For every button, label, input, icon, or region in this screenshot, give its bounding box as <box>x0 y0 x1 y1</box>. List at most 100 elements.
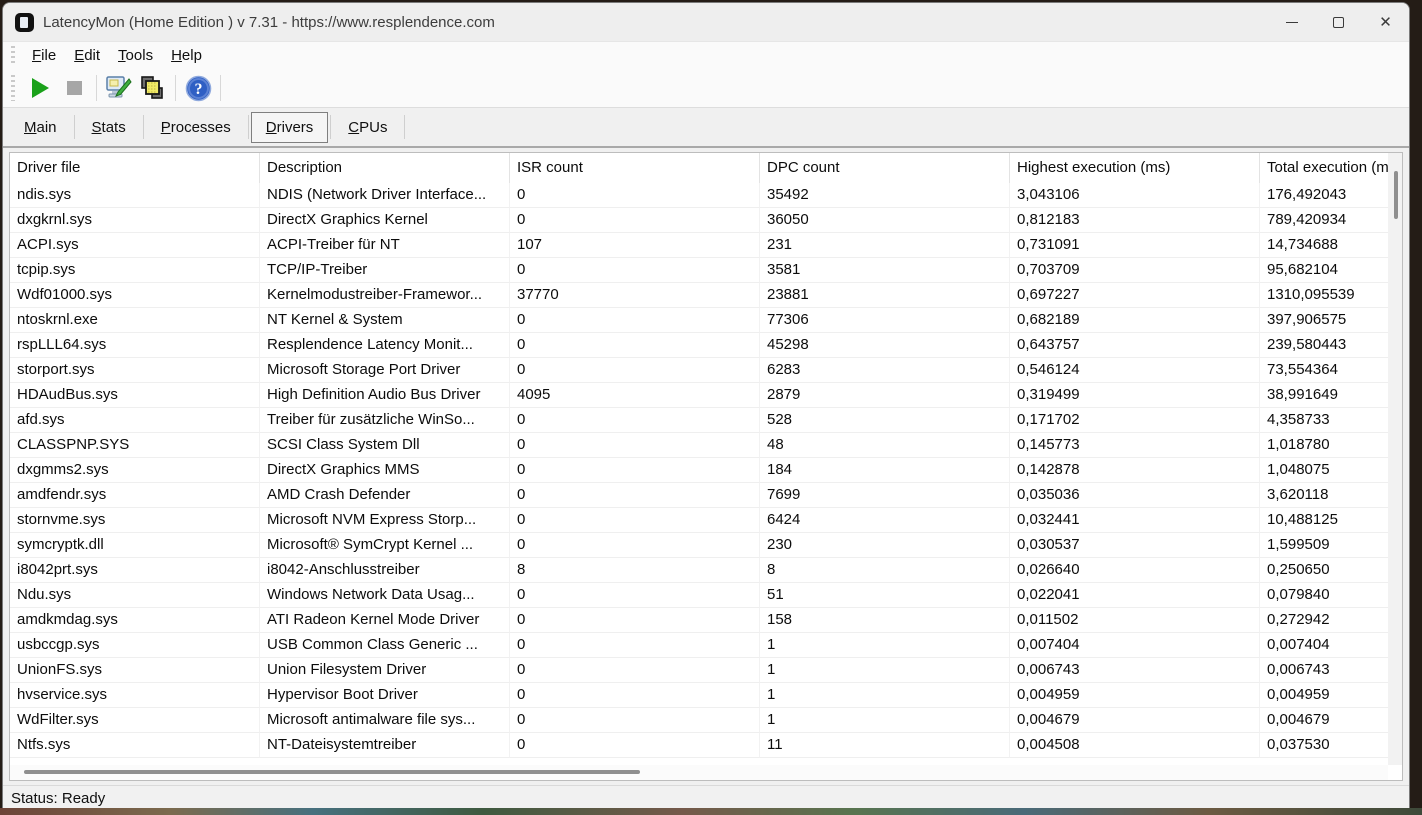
cell-dpc-count: 35492 <box>760 183 1010 208</box>
cell-dpc-count: 528 <box>760 408 1010 433</box>
cell-isr-count: 37770 <box>510 283 760 308</box>
desktop-wallpaper-strip <box>0 808 1422 815</box>
cell-driver-file: HDAudBus.sys <box>10 383 260 408</box>
cell-highest-execution: 0,004959 <box>1010 683 1260 708</box>
cell-driver-file: amdkmdag.sys <box>10 608 260 633</box>
table-row[interactable]: hvservice.sys Hypervisor Boot Driver 0 1… <box>10 683 1402 708</box>
column-header-dpc-count[interactable]: DPC count <box>760 153 1010 183</box>
play-icon <box>31 78 49 98</box>
column-header-isr-count[interactable]: ISR count <box>510 153 760 183</box>
table-row[interactable]: rspLLL64.sys Resplendence Latency Monit.… <box>10 333 1402 358</box>
table-row[interactable]: Wdf01000.sys Kernelmodustreiber-Framewor… <box>10 283 1402 308</box>
table-row[interactable]: HDAudBus.sys High Definition Audio Bus D… <box>10 383 1402 408</box>
minimize-button[interactable] <box>1268 3 1315 41</box>
cell-total-execution: 0,272942 <box>1260 608 1402 633</box>
table-row[interactable]: Ntfs.sys NT-Dateisystemtreiber 0 11 0,00… <box>10 733 1402 758</box>
table-row[interactable]: afd.sys Treiber für zusätzliche WinSo...… <box>10 408 1402 433</box>
table-row[interactable]: amdkmdag.sys ATI Radeon Kernel Mode Driv… <box>10 608 1402 633</box>
cell-isr-count: 0 <box>510 733 760 758</box>
tab-main[interactable]: Main <box>9 112 72 143</box>
column-header-total-execution[interactable]: Total execution (ms) <box>1260 153 1402 183</box>
minimize-icon <box>1285 21 1298 23</box>
vertical-scrollbar-thumb[interactable] <box>1394 171 1398 219</box>
cell-total-execution: 73,554364 <box>1260 358 1402 383</box>
menu-edit[interactable]: Edit <box>65 45 109 66</box>
question-icon: ? <box>185 75 211 101</box>
cell-dpc-count: 1 <box>760 658 1010 683</box>
table-row[interactable]: amdfendr.sys AMD Crash Defender 0 7699 0… <box>10 483 1402 508</box>
cell-total-execution: 0,250650 <box>1260 558 1402 583</box>
column-header-description[interactable]: Description <box>260 153 510 183</box>
cell-description: Microsoft® SymCrypt Kernel ... <box>260 533 510 558</box>
horizontal-scrollbar-thumb[interactable] <box>24 770 640 774</box>
system-report-button[interactable] <box>102 73 136 103</box>
table-row[interactable]: storport.sys Microsoft Storage Port Driv… <box>10 358 1402 383</box>
tab-drivers[interactable]: Drivers <box>250 111 329 143</box>
tab-cpus[interactable]: CPUs <box>333 112 402 143</box>
table-row[interactable]: dxgmms2.sys DirectX Graphics MMS 0 184 0… <box>10 458 1402 483</box>
table-row[interactable]: UnionFS.sys Union Filesystem Driver 0 1 … <box>10 658 1402 683</box>
menu-file[interactable]: File <box>23 45 65 66</box>
drivers-listview: Driver file Description ISR count DPC co… <box>9 152 1403 781</box>
cell-dpc-count: 6424 <box>760 508 1010 533</box>
cell-dpc-count: 6283 <box>760 358 1010 383</box>
cell-highest-execution: 0,026640 <box>1010 558 1260 583</box>
cell-highest-execution: 0,032441 <box>1010 508 1260 533</box>
horizontal-scrollbar[interactable] <box>10 765 1388 780</box>
vertical-scrollbar[interactable] <box>1388 153 1402 765</box>
table-row[interactable]: ACPI.sys ACPI-Treiber für NT 107 231 0,7… <box>10 233 1402 258</box>
cell-driver-file: Wdf01000.sys <box>10 283 260 308</box>
table-row[interactable]: ndis.sys NDIS (Network Driver Interface.… <box>10 183 1402 208</box>
cell-description: Microsoft antimalware file sys... <box>260 708 510 733</box>
maximize-button[interactable] <box>1315 3 1362 41</box>
cell-total-execution: 0,037530 <box>1260 733 1402 758</box>
cell-highest-execution: 0,145773 <box>1010 433 1260 458</box>
tab-processes[interactable]: Processes <box>146 112 246 143</box>
column-header-driver-file[interactable]: Driver file <box>10 153 260 183</box>
cell-dpc-count: 1 <box>760 708 1010 733</box>
cell-driver-file: usbccgp.sys <box>10 633 260 658</box>
tab-separator <box>142 115 144 139</box>
table-row[interactable]: stornvme.sys Microsoft NVM Express Storp… <box>10 508 1402 533</box>
table-row[interactable]: dxgkrnl.sys DirectX Graphics Kernel 0 36… <box>10 208 1402 233</box>
cell-description: ACPI-Treiber für NT <box>260 233 510 258</box>
table-row[interactable]: usbccgp.sys USB Common Class Generic ...… <box>10 633 1402 658</box>
cell-dpc-count: 1 <box>760 683 1010 708</box>
menu-tools[interactable]: Tools <box>109 45 162 66</box>
toolbar-gripper[interactable] <box>11 74 15 102</box>
table-row[interactable]: i8042prt.sys i8042-Anschlusstreiber 8 8 … <box>10 558 1402 583</box>
cell-dpc-count: 48 <box>760 433 1010 458</box>
table-row[interactable]: WdFilter.sys Microsoft antimalware file … <box>10 708 1402 733</box>
cell-total-execution: 789,420934 <box>1260 208 1402 233</box>
cell-description: Union Filesystem Driver <box>260 658 510 683</box>
cell-dpc-count: 8 <box>760 558 1010 583</box>
stop-monitor-button[interactable] <box>57 73 91 103</box>
cell-description: AMD Crash Defender <box>260 483 510 508</box>
tab-stats[interactable]: Stats <box>77 112 141 143</box>
cell-description: USB Common Class Generic ... <box>260 633 510 658</box>
close-button[interactable]: ✕ <box>1362 3 1409 41</box>
start-monitor-button[interactable] <box>23 73 57 103</box>
table-row[interactable]: ntoskrnl.exe NT Kernel & System 0 77306 … <box>10 308 1402 333</box>
menubar-gripper[interactable] <box>11 46 15 65</box>
menu-help[interactable]: Help <box>162 45 211 66</box>
stack-windows-button[interactable] <box>136 73 170 103</box>
cell-description: NT-Dateisystemtreiber <box>260 733 510 758</box>
table-row[interactable]: symcryptk.dll Microsoft® SymCrypt Kernel… <box>10 533 1402 558</box>
cell-highest-execution: 0,731091 <box>1010 233 1260 258</box>
cell-dpc-count: 158 <box>760 608 1010 633</box>
table-row[interactable]: Ndu.sys Windows Network Data Usag... 0 5… <box>10 583 1402 608</box>
toolbar-separator <box>96 75 97 101</box>
table-row[interactable]: CLASSPNP.SYS SCSI Class System Dll 0 48 … <box>10 433 1402 458</box>
cell-description: Hypervisor Boot Driver <box>260 683 510 708</box>
cell-highest-execution: 0,142878 <box>1010 458 1260 483</box>
cell-description: i8042-Anschlusstreiber <box>260 558 510 583</box>
column-header-highest-execution[interactable]: Highest execution (ms) <box>1010 153 1260 183</box>
cell-description: DirectX Graphics Kernel <box>260 208 510 233</box>
cell-dpc-count: 11 <box>760 733 1010 758</box>
cell-dpc-count: 231 <box>760 233 1010 258</box>
help-button[interactable]: ? <box>181 73 215 103</box>
cell-total-execution: 176,492043 <box>1260 183 1402 208</box>
table-row[interactable]: tcpip.sys TCP/IP-Treiber 0 3581 0,703709… <box>10 258 1402 283</box>
tabbar: Main Stats Processes Drivers CPUs <box>3 108 1409 148</box>
